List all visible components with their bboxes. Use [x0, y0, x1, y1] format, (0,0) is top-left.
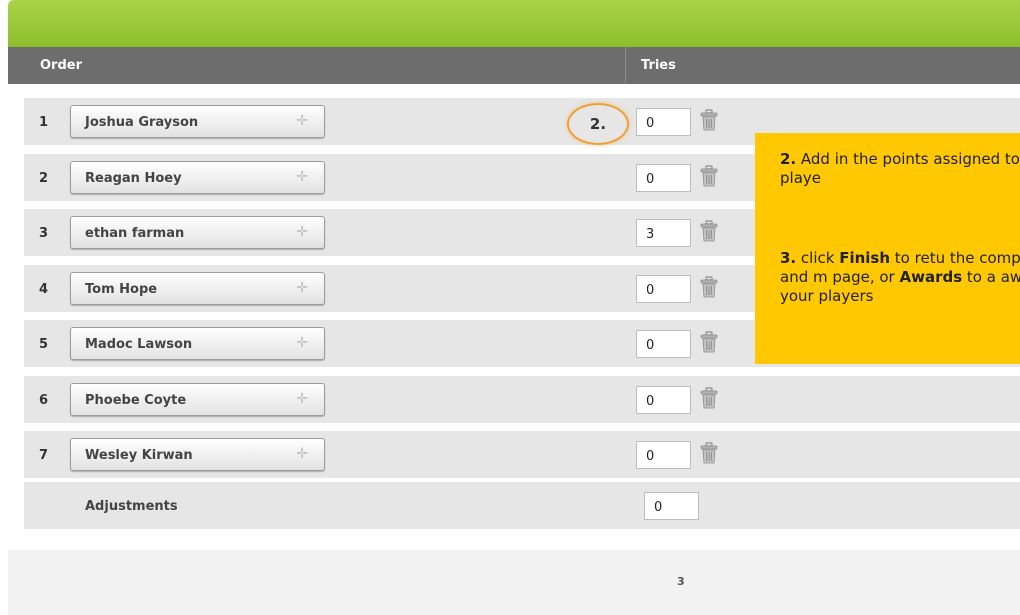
- tries-input[interactable]: 0: [636, 274, 691, 303]
- player-drag-button[interactable]: Phoebe Coyte ✛: [70, 382, 325, 416]
- row-order-number: 2: [39, 170, 49, 186]
- trash-icon[interactable]: [700, 386, 718, 409]
- player-drag-button[interactable]: Wesley Kirwan ✛: [70, 438, 325, 471]
- adjustments-row: Adjustments 0: [24, 482, 1020, 531]
- tries-input[interactable]: 0: [636, 108, 691, 136]
- row-order-number: 1: [39, 115, 49, 130]
- player-name: ethan farman: [85, 226, 185, 241]
- row-order-number: 3: [39, 226, 49, 241]
- tooltip-step-2: 2. Add in the points assigned to each pl…: [780, 150, 1020, 187]
- move-icon: ✛: [296, 335, 308, 351]
- adjustments-label: Adjustments: [85, 499, 178, 514]
- row-order-number: 4: [39, 281, 49, 297]
- tries-column-header: Tries: [641, 58, 676, 73]
- trash-icon[interactable]: [700, 109, 718, 131]
- tries-input[interactable]: 0: [636, 330, 691, 358]
- trash-icon[interactable]: [700, 164, 718, 187]
- tooltip-step-3: 3. click Finish to retu the competition …: [780, 249, 1020, 305]
- order-column-header: Order: [40, 58, 82, 73]
- tries-input[interactable]: 3: [636, 219, 691, 247]
- top-green-bar: [8, 0, 1020, 47]
- row-order-number: 7: [39, 448, 49, 463]
- move-icon: ✛: [296, 113, 308, 129]
- player-row: 6 Phoebe Coyte ✛ 0: [24, 375, 1020, 425]
- player-row: 7 Wesley Kirwan ✛ 0: [24, 431, 1020, 480]
- table-header: Order Tries: [8, 47, 1020, 84]
- row-order-number: 6: [39, 392, 49, 408]
- player-drag-button[interactable]: Madoc Lawson ✛: [70, 327, 325, 360]
- trash-icon[interactable]: [700, 442, 718, 464]
- player-name: Madoc Lawson: [85, 337, 193, 352]
- player-drag-button[interactable]: Joshua Grayson ✛: [70, 105, 325, 138]
- trash-icon[interactable]: [700, 331, 718, 353]
- adjustments-input[interactable]: 0: [644, 492, 699, 520]
- row-order-number: 5: [39, 337, 49, 352]
- player-name: Reagan Hoey: [85, 170, 182, 186]
- player-name: Joshua Grayson: [85, 115, 199, 130]
- header-divider: [625, 47, 626, 84]
- player-drag-button[interactable]: ethan farman ✛: [70, 216, 325, 249]
- tries-input[interactable]: 0: [636, 163, 691, 192]
- player-drag-button[interactable]: Reagan Hoey ✛: [70, 160, 325, 194]
- move-icon: ✛: [296, 279, 308, 296]
- move-icon: ✛: [296, 168, 308, 185]
- player-name: Wesley Kirwan: [85, 448, 193, 463]
- tries-total: 3: [677, 575, 685, 588]
- tries-input[interactable]: 0: [636, 441, 691, 469]
- trash-icon[interactable]: [700, 220, 718, 242]
- player-drag-button[interactable]: Tom Hope ✛: [70, 271, 325, 305]
- footer: 3: [8, 550, 1020, 615]
- player-name: Phoebe Coyte: [85, 392, 187, 408]
- player-name: Tom Hope: [85, 281, 158, 297]
- step-2-marker: 2.: [567, 103, 629, 145]
- help-tooltip: 2. Add in the points assigned to each pl…: [755, 133, 1020, 364]
- move-icon: ✛: [296, 390, 308, 407]
- trash-icon[interactable]: [700, 275, 718, 298]
- move-icon: ✛: [296, 446, 308, 462]
- move-icon: ✛: [296, 224, 308, 240]
- tries-input[interactable]: 0: [636, 385, 691, 414]
